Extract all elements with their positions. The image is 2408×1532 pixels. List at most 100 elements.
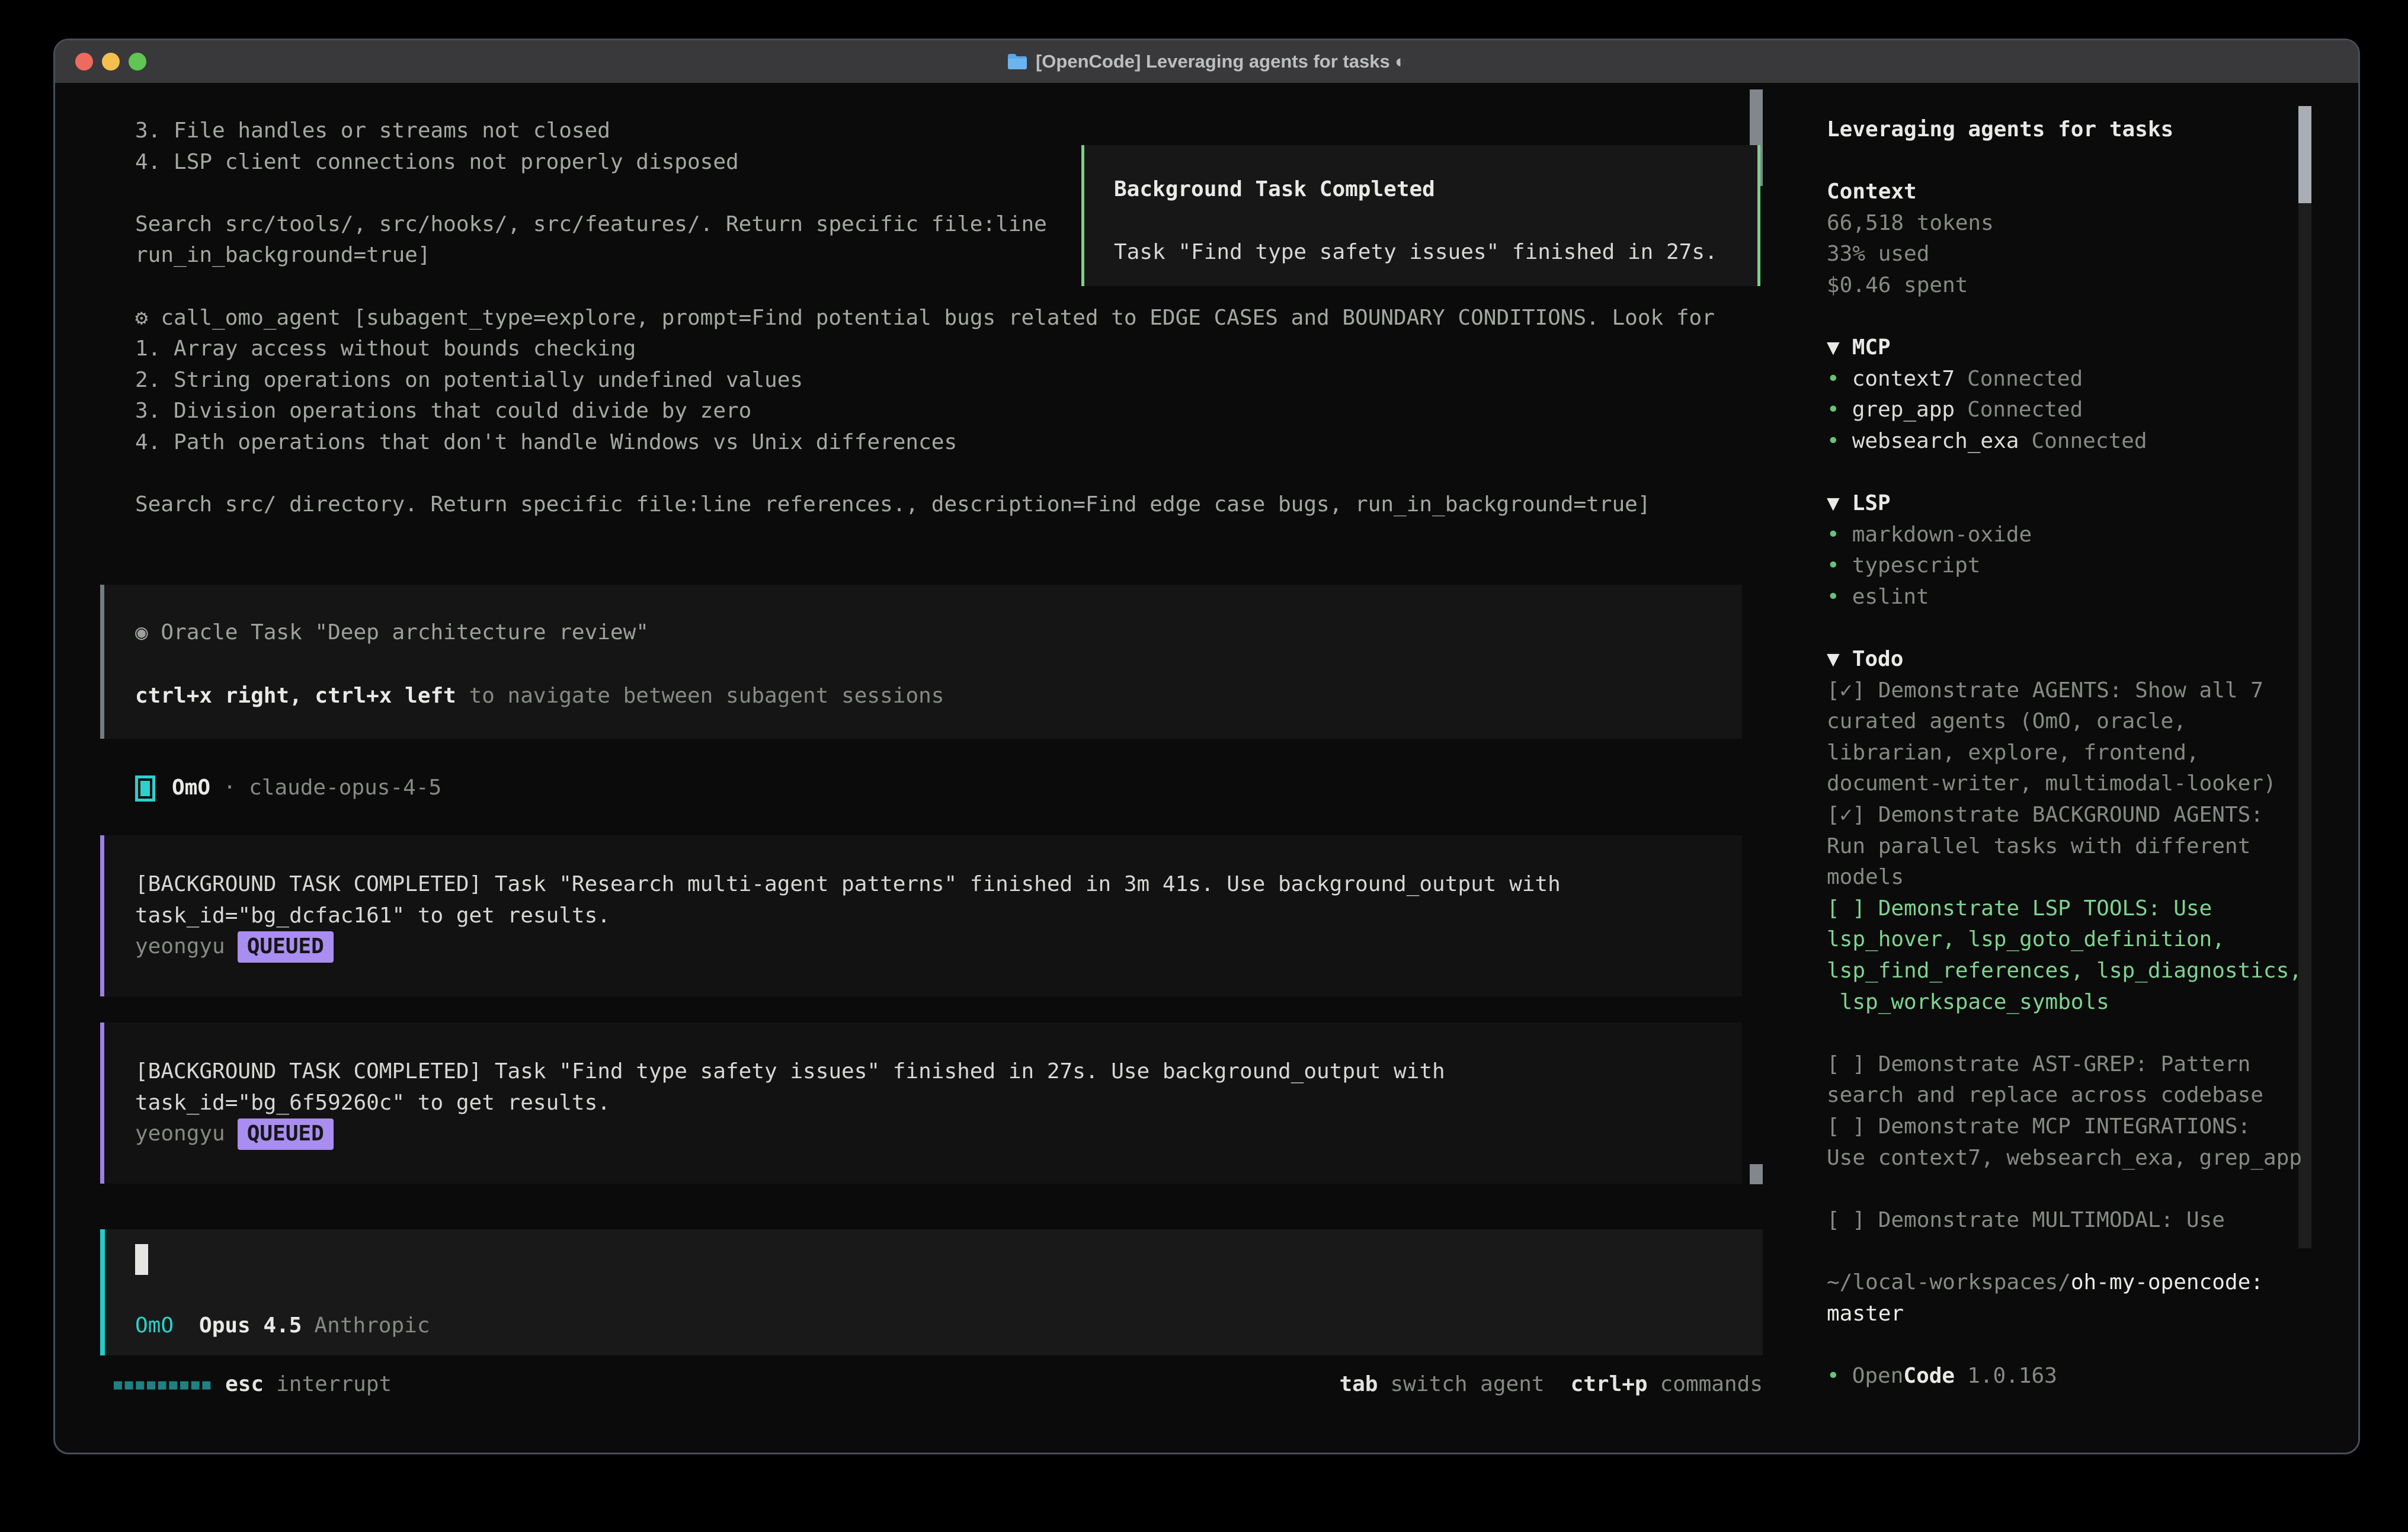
status-dot-icon: • xyxy=(1827,1364,1840,1388)
sidebar: Leveraging agents for tasks Context 66,5… xyxy=(1827,114,2308,1392)
status-dot-icon: • xyxy=(1827,429,1840,453)
agent-name: OmO xyxy=(172,775,210,800)
lsp-header-label: LSP xyxy=(1852,491,1891,515)
workspace-path: ~/local-workspaces/oh-my-opencode: xyxy=(1827,1267,2308,1299)
tab-key-label: switch agent xyxy=(1390,1369,1544,1400)
collapse-icon: ▼ xyxy=(1827,491,1840,515)
tool-call-line: ⚙ call_omo_agent [subagent_type=explore,… xyxy=(135,303,1715,334)
minimize-button[interactable] xyxy=(102,53,120,70)
session-title: Leveraging agents for tasks xyxy=(1827,114,2308,146)
context-header: Context xyxy=(1827,177,2308,208)
author-label: yeongyu xyxy=(135,1121,225,1146)
todo-line: [ ] Demonstrate MCP INTEGRATIONS: xyxy=(1827,1111,2308,1143)
todo-line-active: lsp_workspace_symbols xyxy=(1827,987,2308,1018)
toast-body: Task "Find type safety issues" finished … xyxy=(1114,237,1757,268)
todo-header-label: Todo xyxy=(1852,647,1904,671)
traffic-lights xyxy=(75,53,146,70)
message-meta: yeongyu QUEUED xyxy=(135,1118,1742,1150)
omo-agent-icon xyxy=(135,775,155,802)
titlebar[interactable]: [OpenCode] Leveraging agents for tasks ◐ xyxy=(55,40,2358,83)
input-model-label[interactable]: Opus 4.5 xyxy=(199,1313,302,1338)
ctrl-p-key-label: commands xyxy=(1660,1369,1763,1400)
mcp-item: • grep_app Connected xyxy=(1827,395,2308,426)
zoom-button[interactable] xyxy=(129,53,146,70)
background-task-toast[interactable]: Background Task Completed Task "Find typ… xyxy=(1081,145,1760,286)
todo-line: models xyxy=(1827,862,2308,893)
lsp-item: • typescript xyxy=(1827,550,2308,582)
mcp-status: Connected xyxy=(1967,398,2083,422)
status-badge: QUEUED xyxy=(238,1118,334,1150)
git-branch: master xyxy=(1827,1299,2308,1330)
status-badge: QUEUED xyxy=(238,931,334,963)
folder-icon xyxy=(1007,53,1027,70)
prompt-input[interactable]: OmO Opus 4.5 Anthropic xyxy=(100,1229,1763,1355)
app-name-bold: Code xyxy=(1903,1364,1955,1388)
todo-line: search and replace across codebase xyxy=(1827,1080,2308,1111)
app-name-dim: Open xyxy=(1852,1364,1904,1388)
mcp-status: Connected xyxy=(1967,367,2083,391)
version-line: • OpenCode 1.0.163 xyxy=(1827,1361,2308,1392)
lsp-name: markdown-oxide xyxy=(1852,523,2032,547)
tool-call-text: call_omo_agent [subagent_type=explore, p… xyxy=(148,306,1715,330)
subagent-nav-hint: ctrl+x right, ctrl+x left to navigate be… xyxy=(135,681,1742,712)
mcp-header-label: MCP xyxy=(1852,335,1891,360)
lsp-item: •markdown-oxide xyxy=(1827,520,2308,551)
message-block[interactable]: [BACKGROUND TASK COMPLETED] Task "Find t… xyxy=(100,1023,1742,1184)
tab-key-hint: tab xyxy=(1339,1369,1378,1400)
app-version: 1.0.163 xyxy=(1967,1364,2057,1388)
desktop: [OpenCode] Leveraging agents for tasks ◐… xyxy=(0,0,2408,1532)
agent-separator: · xyxy=(210,775,249,800)
main-scrollbar-thumb[interactable] xyxy=(1750,1164,1763,1184)
context-used: 33% used xyxy=(1827,239,2308,270)
context-tokens: 66,518 tokens xyxy=(1827,208,2308,239)
section-header-mcp[interactable]: ▼ MCP xyxy=(1827,332,2308,364)
todo-line: Use context7, websearch_exa, grep_app xyxy=(1827,1143,2308,1174)
terminal-line: 3. Division operations that could divide… xyxy=(135,396,1715,427)
blank-line xyxy=(135,459,1715,490)
lsp-name: typescript xyxy=(1852,553,1981,578)
collapse-icon: ▼ xyxy=(1827,335,1840,360)
path-prefix: ~/local-workspaces/ xyxy=(1827,1270,2071,1294)
gear-icon: ⚙ xyxy=(135,306,148,330)
terminal-line: 1. Array access without bounds checking xyxy=(135,334,1715,365)
message-meta: yeongyu QUEUED xyxy=(135,931,1742,963)
input-provider-label: Anthropic xyxy=(314,1313,430,1338)
collapse-icon: ▼ xyxy=(1827,647,1840,671)
status-dot-icon: • xyxy=(1827,553,1840,578)
section-header-todo[interactable]: ▼ Todo xyxy=(1827,644,2308,675)
agent-model: claude-opus-4-5 xyxy=(249,775,441,800)
terminal-line: 2. String operations on potentially unde… xyxy=(135,365,1715,396)
terminal-line: 4. Path operations that don't handle Win… xyxy=(135,427,1715,459)
esc-key-label: interrupt xyxy=(276,1369,392,1400)
mcp-status: Connected xyxy=(2031,429,2147,453)
esc-key-hint: esc xyxy=(225,1369,264,1400)
model-row: OmO Opus 4.5 Anthropic xyxy=(135,1310,430,1342)
status-dot-icon: • xyxy=(1827,398,1840,422)
input-agent-label: OmO xyxy=(135,1313,174,1338)
context-spent: $0.46 spent xyxy=(1827,270,2308,302)
toast-title: Background Task Completed xyxy=(1114,174,1757,206)
mcp-item: •websearch_exaConnected xyxy=(1827,426,2308,457)
close-button[interactable] xyxy=(75,53,93,70)
message-block[interactable]: [BACKGROUND TASK COMPLETED] Task "Resear… xyxy=(100,835,1742,996)
ctrl-p-key-hint: ctrl+p xyxy=(1571,1369,1648,1400)
terminal-line: Search src/ directory. Return specific f… xyxy=(135,489,1715,521)
path-repo: oh-my-opencode: xyxy=(2071,1270,2263,1294)
window-title: [OpenCode] Leveraging agents for tasks ◐ xyxy=(1036,51,1406,72)
message-line: [BACKGROUND TASK COMPLETED] Task "Resear… xyxy=(135,869,1742,900)
status-bar: ▪▪▪▪▪▪▪▪▪ esc interrupt tab switch agent… xyxy=(100,1369,1763,1400)
mcp-name: context7 xyxy=(1852,367,1955,391)
mcp-name: grep_app xyxy=(1852,398,1955,422)
mcp-item: •context7Connected xyxy=(1827,364,2308,395)
todo-line: Run parallel tasks with different xyxy=(1827,831,2308,863)
author-label: yeongyu xyxy=(135,934,225,959)
oracle-task-panel[interactable]: ◉ Oracle Task "Deep architecture review"… xyxy=(100,585,1742,739)
section-header-lsp[interactable]: ▼ LSP xyxy=(1827,488,2308,520)
hint-text: to navigate between subagent sessions xyxy=(456,684,944,708)
todo-line: librarian, explore, frontend, xyxy=(1827,738,2308,769)
blank-line xyxy=(1827,1174,2308,1205)
todo-line: [✓] Demonstrate BACKGROUND AGENTS: xyxy=(1827,800,2308,831)
todo-line: document-writer, multimodal-looker) xyxy=(1827,768,2308,800)
opencode-window: [OpenCode] Leveraging agents for tasks ◐… xyxy=(53,39,2360,1454)
message-line: task_id="bg_6f59260c" to get results. xyxy=(135,1088,1742,1119)
